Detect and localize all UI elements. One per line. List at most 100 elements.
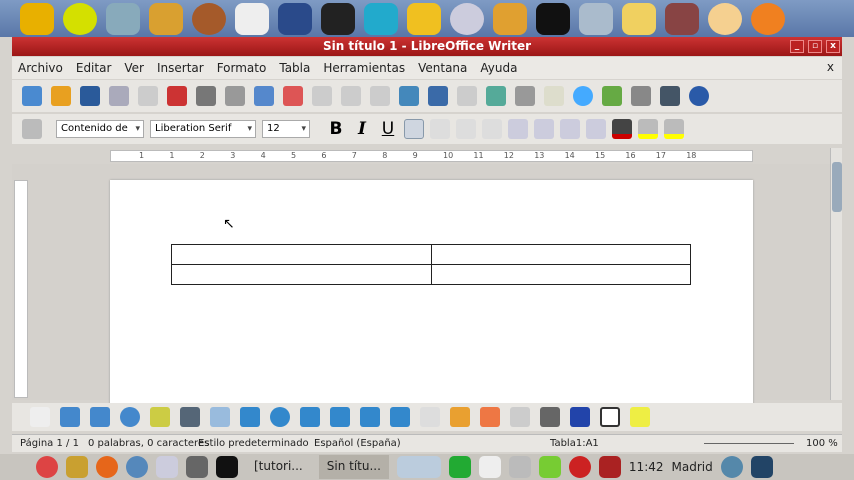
zoom-slider[interactable] (704, 443, 794, 444)
fontwork-icon[interactable] (450, 407, 470, 427)
highlight-icon[interactable] (638, 119, 658, 139)
menu-tabla[interactable]: Tabla (279, 61, 310, 75)
increase-indent-icon[interactable] (586, 119, 606, 139)
tray-icon[interactable] (478, 456, 501, 478)
cut-icon[interactable] (312, 86, 332, 106)
table-cell[interactable] (171, 264, 432, 285)
flowchart-icon[interactable] (330, 407, 350, 427)
open-folder-icon[interactable] (51, 86, 71, 106)
app-launcher-icon[interactable] (149, 2, 183, 35)
font-color-icon[interactable] (612, 119, 632, 139)
scrollbar-thumb[interactable] (832, 162, 842, 212)
print-preview-icon[interactable] (225, 86, 245, 106)
justify-icon[interactable] (482, 119, 502, 139)
callouts-icon[interactable] (360, 407, 380, 427)
menu-ayuda[interactable]: Ayuda (480, 61, 517, 75)
location[interactable]: Madrid (672, 460, 713, 474)
app-launcher-icon[interactable] (665, 2, 699, 35)
menu-archivo[interactable]: Archivo (18, 61, 63, 75)
trash-icon[interactable] (750, 456, 773, 478)
terminal-icon[interactable] (216, 456, 238, 478)
data-sources-icon[interactable] (631, 86, 651, 106)
scratch-cat-icon[interactable] (751, 2, 785, 35)
maximize-button[interactable]: ▫ (808, 40, 822, 53)
vertical-ruler[interactable] (14, 180, 28, 398)
align-left-icon[interactable] (404, 119, 424, 139)
app-launcher-icon[interactable] (192, 2, 226, 35)
battery-icon[interactable] (538, 456, 561, 478)
save-icon[interactable] (80, 86, 100, 106)
print-icon[interactable] (196, 86, 216, 106)
task-tutorial[interactable]: [tutori... (246, 455, 311, 479)
menu-formato[interactable]: Formato (217, 61, 267, 75)
draw-functions-icon[interactable] (544, 86, 564, 106)
compass-icon[interactable] (450, 2, 484, 35)
rectangle-icon[interactable] (90, 407, 110, 427)
document-page[interactable]: ↖ (110, 180, 753, 410)
menu-ver[interactable]: Ver (124, 61, 144, 75)
extrusion-icon[interactable] (480, 407, 500, 427)
zoom-level[interactable]: 100 % (806, 438, 838, 449)
screenshot-icon[interactable] (186, 456, 208, 478)
ellipse-icon[interactable] (120, 407, 140, 427)
close-document-button[interactable]: x (827, 60, 834, 74)
symbol-shapes-icon[interactable] (270, 407, 290, 427)
app-launcher-icon[interactable] (493, 2, 527, 35)
app-launcher-icon[interactable] (20, 2, 54, 35)
table-cell[interactable] (430, 264, 691, 285)
minimize-button[interactable]: _ (790, 40, 804, 53)
app-launcher-icon[interactable] (407, 2, 441, 35)
app-launcher-icon[interactable] (235, 2, 269, 35)
menu-insertar[interactable]: Insertar (157, 61, 204, 75)
basic-shapes-icon[interactable] (240, 407, 260, 427)
app-launcher-icon[interactable] (708, 2, 742, 35)
formatting-marks-icon[interactable] (660, 86, 680, 106)
bullets-icon[interactable] (534, 119, 554, 139)
line-color-icon[interactable] (570, 407, 590, 427)
menu-ventana[interactable]: Ventana (418, 61, 467, 75)
network-icon[interactable] (720, 456, 743, 478)
language[interactable]: Español (España) (314, 438, 401, 449)
points-icon[interactable] (420, 407, 440, 427)
align-right-icon[interactable] (456, 119, 476, 139)
app-launcher-icon[interactable] (579, 2, 613, 35)
align-center-icon[interactable] (430, 119, 450, 139)
find-replace-icon[interactable] (486, 86, 506, 106)
app-icon[interactable] (66, 456, 88, 478)
horizontal-ruler[interactable]: 1 1 2 3 4 5 6 7 8 9 10 11 12 13 14 15 16 17 18 (110, 150, 753, 162)
page-style[interactable]: Estilo predeterminado (198, 438, 309, 449)
app-launcher-icon[interactable] (622, 2, 656, 35)
area-icon[interactable] (600, 407, 620, 427)
penguin-icon[interactable] (536, 2, 570, 35)
table-cell[interactable] (171, 244, 432, 265)
spellcheck-icon[interactable] (254, 86, 274, 106)
task-writer[interactable]: Sin títu... (318, 455, 389, 479)
volume-icon[interactable] (598, 456, 621, 478)
numbering-icon[interactable] (508, 119, 528, 139)
app-launcher-icon[interactable] (106, 2, 140, 35)
font-size-select[interactable]: 12 (262, 120, 310, 138)
paste-icon[interactable] (370, 86, 390, 106)
stars-icon[interactable] (390, 407, 410, 427)
clone-formatting-icon[interactable] (399, 86, 419, 106)
italic-button[interactable]: I (352, 119, 372, 139)
workspace-switcher[interactable] (396, 456, 441, 478)
paragraph-style-select[interactable]: Contenido de (56, 120, 144, 138)
undo-icon[interactable] (428, 86, 448, 106)
email-icon[interactable] (109, 86, 129, 106)
line-icon[interactable] (60, 407, 80, 427)
edit-file-icon[interactable] (138, 86, 158, 106)
line-style-icon[interactable] (540, 407, 560, 427)
styles-icon[interactable] (22, 119, 42, 139)
clock[interactable]: 11:42 (629, 460, 664, 474)
table-cell[interactable] (430, 244, 691, 265)
new-document-icon[interactable] (22, 86, 42, 106)
bold-button[interactable]: B (326, 119, 346, 139)
copy-icon[interactable] (341, 86, 361, 106)
app-launcher-icon[interactable] (63, 2, 97, 35)
decrease-indent-icon[interactable] (560, 119, 580, 139)
text-editor-icon[interactable] (156, 456, 178, 478)
text-icon[interactable] (180, 407, 200, 427)
underline-button[interactable]: U (378, 119, 398, 139)
menu-editar[interactable]: Editar (76, 61, 112, 75)
